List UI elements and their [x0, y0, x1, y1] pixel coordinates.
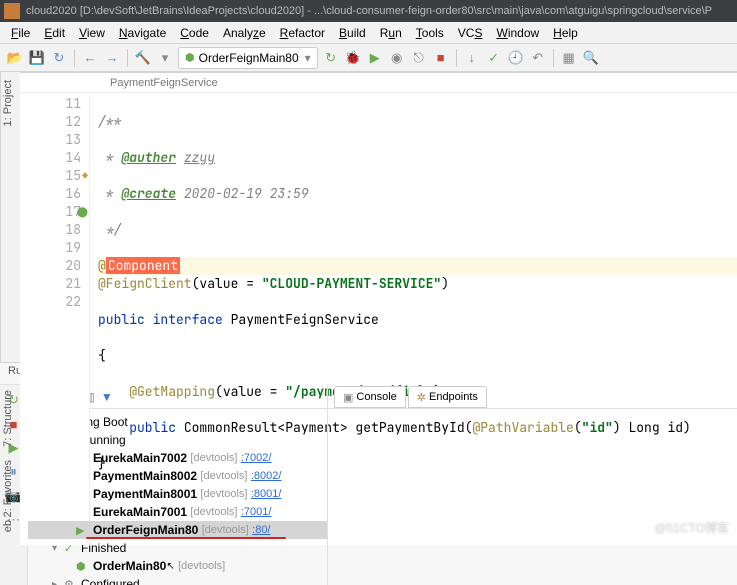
warning-gutter-icon[interactable]: ◆: [74, 167, 88, 181]
menu-analyze[interactable]: Analyze: [216, 24, 273, 42]
forward-icon[interactable]: →: [103, 49, 121, 67]
breadcrumb[interactable]: PaymentFeignService: [20, 73, 737, 93]
menu-file[interactable]: File: [4, 24, 37, 42]
filter-icon[interactable]: ▼: [101, 390, 113, 404]
chevron-down-icon: ▾: [305, 51, 311, 65]
sidebar-structure[interactable]: 7: Structure: [2, 390, 14, 447]
app-icon: [4, 3, 20, 19]
menu-help[interactable]: Help: [546, 24, 585, 42]
build-icon[interactable]: 🔨: [134, 49, 152, 67]
refresh-icon[interactable]: ↻: [50, 49, 68, 67]
menu-window[interactable]: Window: [489, 24, 546, 42]
run-dashboard-panel: Run Dashboard: ↻ ■ ▶ ⏸ 📷 ⋯ ⇊ ⇈ ▦ ▥ ▼ ▾✲S…: [0, 362, 737, 585]
impl-gutter-icon[interactable]: ⬤: [74, 203, 88, 217]
menu-view[interactable]: View: [72, 24, 112, 42]
tree-app-selected[interactable]: ▶OrderFeignMain80 [devtools] :80/: [28, 521, 327, 539]
dropdown-icon[interactable]: ▾: [156, 49, 174, 67]
run-config-label: OrderFeignMain80: [199, 51, 299, 65]
run-icon[interactable]: ↻: [322, 49, 340, 67]
watermark: @51CTO博客: [654, 519, 729, 536]
tab-console[interactable]: ▣Console: [334, 386, 406, 408]
open-icon[interactable]: 📂: [6, 49, 24, 67]
debug-icon[interactable]: 🐞: [344, 49, 362, 67]
run-config-icon: ⬢: [185, 51, 195, 64]
back-icon[interactable]: ←: [81, 49, 99, 67]
menu-code[interactable]: Code: [173, 24, 216, 42]
red-underline-annotation: [86, 537, 286, 539]
line-gutter: 11121314 15161718 19202122 ◆ ⬤: [20, 93, 90, 545]
save-icon[interactable]: 💾: [28, 49, 46, 67]
sidebar-web[interactable]: eb: [2, 520, 14, 532]
vcs-update-icon[interactable]: ↓: [463, 49, 481, 67]
structure-icon[interactable]: ▦: [560, 49, 578, 67]
sidebar-favorites[interactable]: 2: Favorites: [2, 460, 14, 517]
main-toolbar: 📂 💾 ↻ ← → 🔨 ▾ ⬢ OrderFeignMain80 ▾ ↻ 🐞 ▶…: [0, 44, 737, 72]
menu-vcs[interactable]: VCS: [451, 24, 490, 42]
menu-tools[interactable]: Tools: [409, 24, 451, 42]
run-config-selector[interactable]: ⬢ OrderFeignMain80 ▾: [178, 47, 318, 69]
menu-edit[interactable]: Edit: [37, 24, 72, 42]
menu-run[interactable]: Run: [373, 24, 409, 42]
profile-icon[interactable]: ◉: [388, 49, 406, 67]
tab-endpoints[interactable]: ✲Endpoints: [408, 386, 487, 408]
vcs-revert-icon[interactable]: ↶: [529, 49, 547, 67]
attach-icon[interactable]: ⎋: [410, 49, 428, 67]
coverage-icon[interactable]: ▶: [366, 49, 384, 67]
menu-build[interactable]: Build: [332, 24, 373, 42]
search-icon[interactable]: 🔍: [582, 49, 600, 67]
menu-navigate[interactable]: Navigate: [112, 24, 173, 42]
vcs-history-icon[interactable]: 🕘: [507, 49, 525, 67]
dashboard-right-tabs: ▣Console ✲Endpoints: [328, 385, 737, 409]
sidebar-project[interactable]: 1: Project: [2, 80, 14, 126]
window-title: cloud2020 [D:\devSoft\JetBrains\IdeaProj…: [26, 5, 712, 17]
stop-icon[interactable]: ■: [432, 49, 450, 67]
menu-refactor[interactable]: Refactor: [273, 24, 332, 42]
tree-finished-app[interactable]: ⬢OrderMain80↖ [devtools]: [28, 557, 327, 575]
vcs-commit-icon[interactable]: ✓: [485, 49, 503, 67]
window-title-bar: cloud2020 [D:\devSoft\JetBrains\IdeaProj…: [0, 0, 737, 22]
menu-bar: File Edit View Navigate Code Analyze Ref…: [0, 22, 737, 44]
tree-configured[interactable]: ▸⚙Configured: [28, 575, 327, 585]
